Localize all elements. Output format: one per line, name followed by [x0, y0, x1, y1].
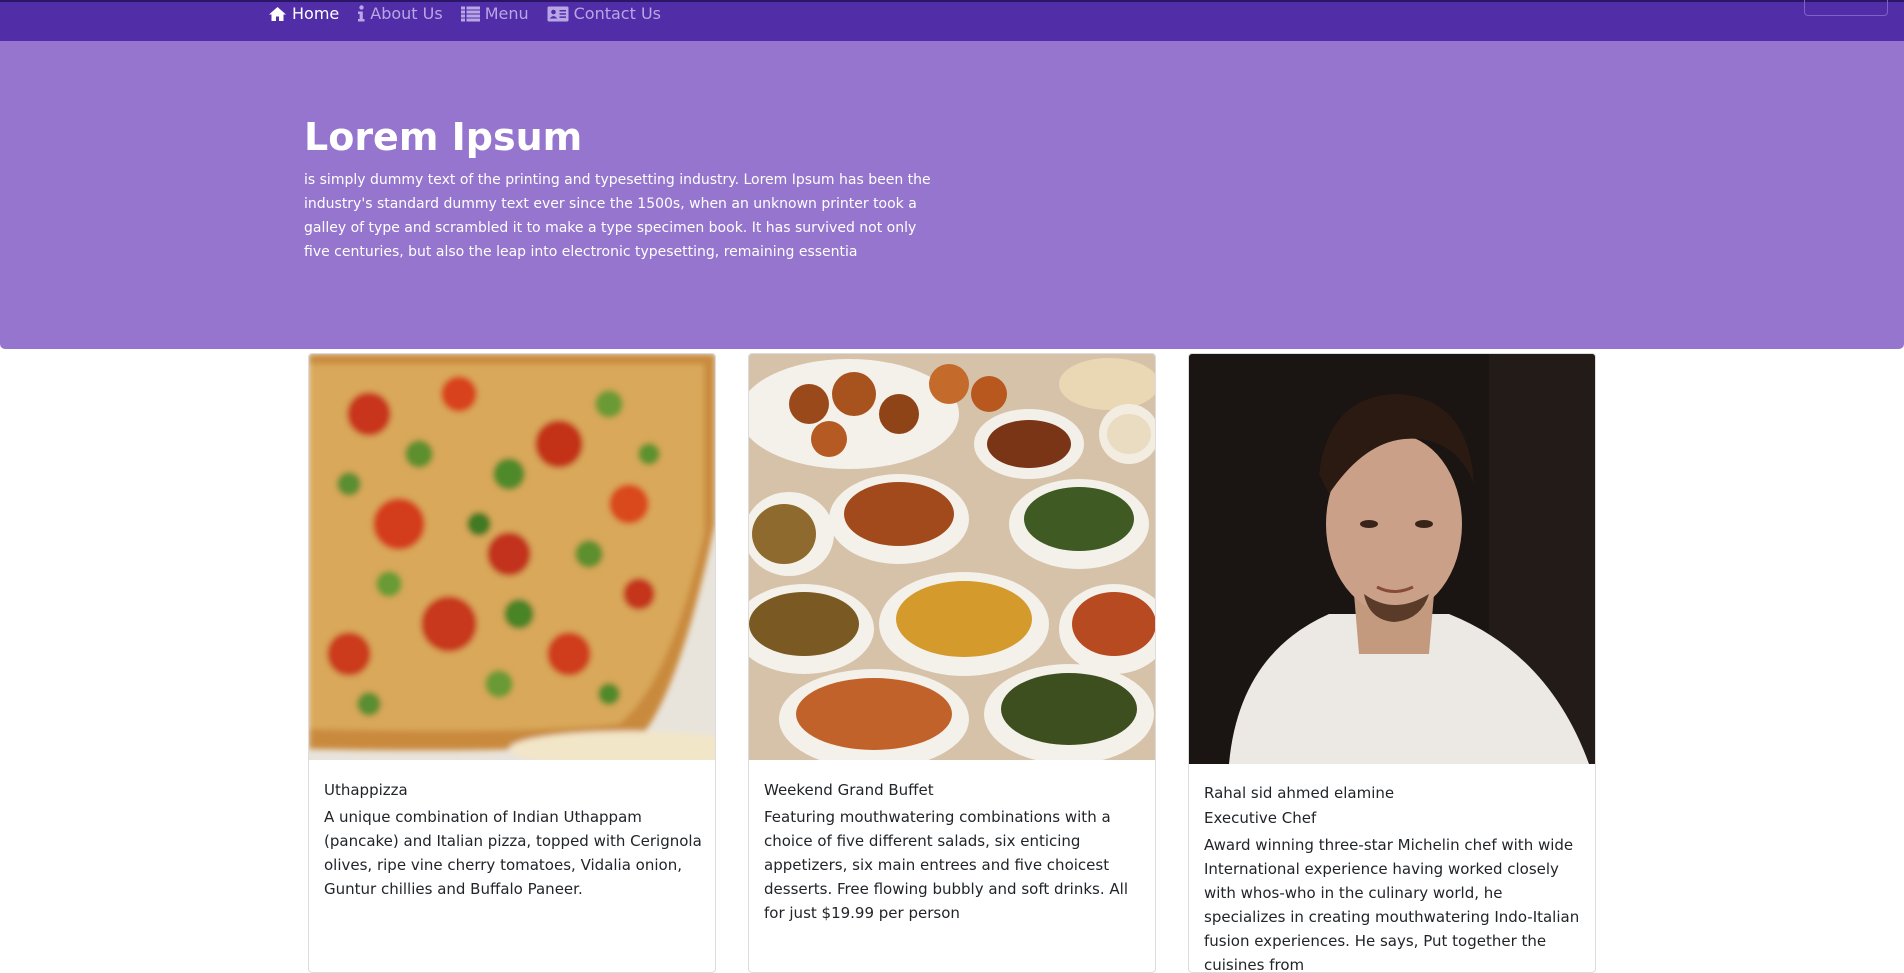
nav-links: Home About Us Menu Contact Us: [268, 4, 661, 23]
card-title: Uthappizza: [324, 781, 408, 799]
nav-contact-label: Contact Us: [573, 4, 662, 23]
list-icon: [460, 6, 480, 22]
card-title: Weekend Grand Buffet: [764, 781, 934, 799]
nav-menu-label: Menu: [484, 4, 529, 23]
dish-card-uthappizza: Uthappizza A unique combination of India…: [308, 353, 716, 973]
login-button[interactable]: [1804, 0, 1888, 16]
nav-home-link[interactable]: Home: [268, 4, 339, 23]
pizza-photo: [309, 354, 715, 760]
card-text: A unique combination of Indian Uthappam …: [324, 808, 702, 898]
chef-photo: [1189, 354, 1595, 764]
info-icon: [357, 5, 365, 22]
hero-text: is simply dummy text of the printing and…: [304, 172, 931, 260]
address-card-icon: [547, 6, 569, 22]
chef-card: Rahal sid ahmed elamine Executive Chef A…: [1188, 353, 1596, 973]
chef-description: Award winning three-star Michelin chef w…: [1204, 836, 1580, 973]
buffet-photo: [749, 354, 1155, 760]
nav-menu-link[interactable]: Menu: [460, 4, 529, 23]
nav-about-link[interactable]: About Us: [357, 4, 443, 23]
jumbotron: Lorem Ipsum is simply dummy text of the …: [0, 41, 1904, 349]
dish-card-buffet: Weekend Grand Buffet Featuring mouthwate…: [748, 353, 1156, 973]
nav-home-label: Home: [292, 4, 340, 23]
home-icon: [268, 6, 287, 22]
nav-contact-link[interactable]: Contact Us: [547, 4, 661, 23]
hero-title: Lorem Ipsum: [304, 115, 583, 159]
nav-about-label: About Us: [370, 4, 443, 23]
navbar: Home About Us Menu Contact Us: [0, 0, 1904, 41]
chef-designation: Executive Chef: [1204, 809, 1317, 827]
card-text: Featuring mouthwatering combinations wit…: [764, 808, 1128, 922]
chef-name: Rahal sid ahmed elamine: [1204, 784, 1395, 802]
